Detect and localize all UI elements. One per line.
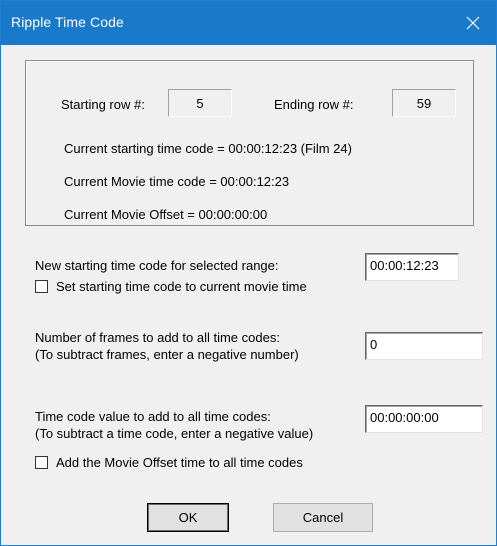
ripple-time-code-dialog: Ripple Time Code Starting row #: 5 Endin…	[0, 0, 497, 546]
new-start-label: New starting time code for selected rang…	[35, 258, 279, 273]
ending-row-value: 59	[392, 89, 456, 117]
add-movie-offset-label[interactable]: Add the Movie Offset time to all time co…	[56, 455, 303, 470]
title-bar[interactable]: Ripple Time Code	[1, 1, 496, 45]
frames-hint: (To subtract frames, enter a negative nu…	[35, 347, 299, 362]
tc-add-label: Time code value to add to all time codes…	[35, 409, 271, 424]
current-movie-offset: Current Movie Offset = 00:00:00:00	[64, 207, 268, 222]
set-start-to-movie-time-checkbox[interactable]	[35, 280, 48, 293]
cancel-button[interactable]: Cancel	[273, 503, 373, 532]
close-button[interactable]	[450, 1, 496, 45]
starting-row-value: 5	[168, 89, 232, 117]
tc-add-input[interactable]: 00:00:00:00	[365, 405, 483, 433]
current-movie-timecode: Current Movie time code = 00:00:12:23	[64, 174, 290, 189]
frames-label: Number of frames to add to all time code…	[35, 330, 280, 345]
starting-row-label: Starting row #:	[61, 97, 145, 112]
close-icon	[466, 16, 480, 30]
current-starting-timecode: Current starting time code = 00:00:12:23…	[64, 141, 352, 156]
ending-row-label: Ending row #:	[274, 97, 354, 112]
ok-button[interactable]: OK	[147, 503, 229, 532]
info-groupbox: Starting row #: 5 Ending row #: 59 Curre…	[25, 60, 474, 226]
tc-add-hint: (To subtract a time code, enter a negati…	[35, 426, 314, 441]
new-start-timecode-input[interactable]: 00:00:12:23	[365, 253, 459, 281]
frames-input[interactable]: 0	[365, 332, 483, 360]
set-start-to-movie-time-label[interactable]: Set starting time code to current movie …	[56, 279, 307, 294]
window-title: Ripple Time Code	[11, 14, 124, 30]
add-movie-offset-checkbox[interactable]	[35, 456, 48, 469]
